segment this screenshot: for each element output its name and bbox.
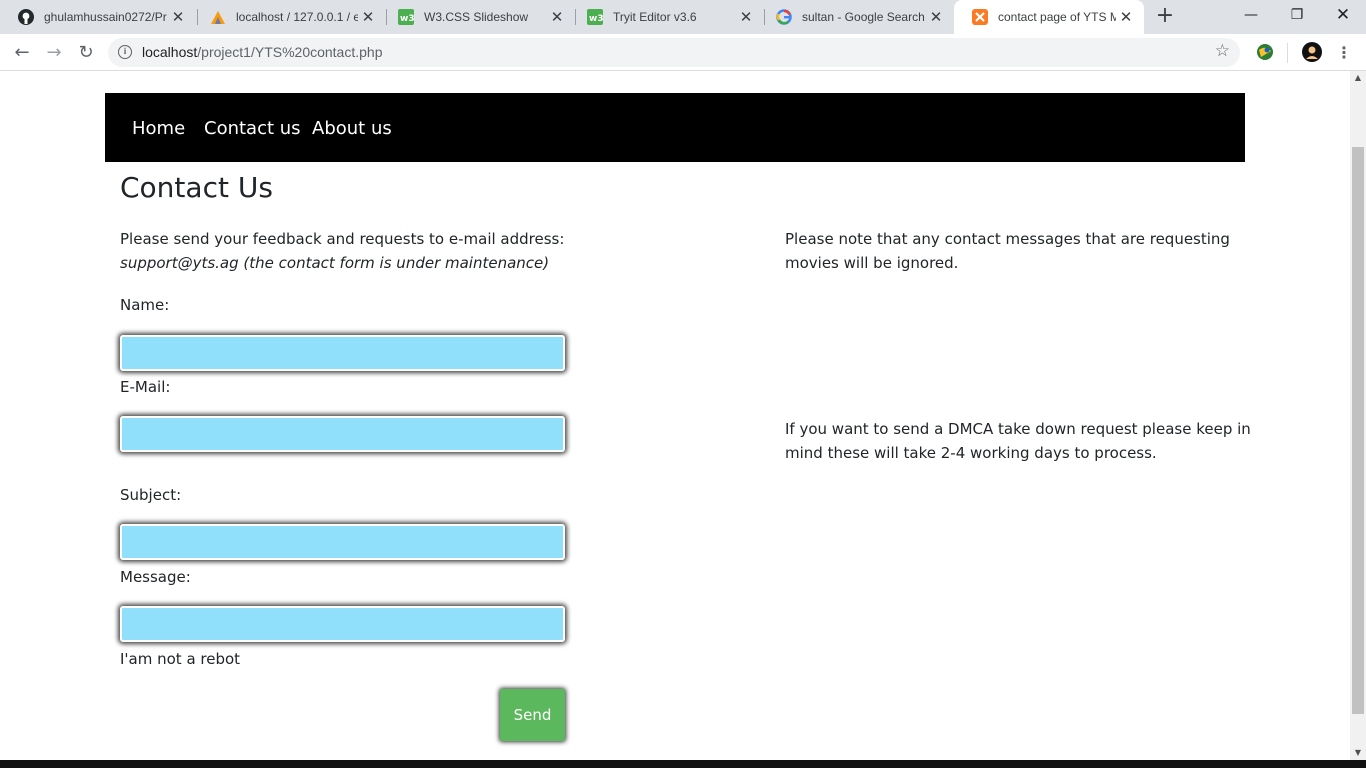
subject-label: Subject:	[120, 486, 182, 504]
phpmyadmin-icon	[210, 9, 226, 25]
address-bar[interactable]: i localhost/project1/YTS%20contact.php ☆	[108, 38, 1240, 67]
new-tab-button[interactable]: +	[1152, 4, 1178, 30]
name-label: Name:	[120, 296, 170, 314]
google-icon	[776, 9, 792, 25]
nav-link-about[interactable]: About us	[312, 118, 392, 139]
url-path: /project1/YTS%20contact.php	[197, 44, 383, 60]
menu-kebab-icon[interactable]: ⋮	[1330, 39, 1358, 67]
close-icon[interactable]: ✕	[736, 8, 756, 26]
close-icon[interactable]: ✕	[926, 8, 946, 26]
tab-title: Tryit Editor v3.6	[613, 10, 697, 24]
page-scrollbar[interactable]: ▲ ▼	[1350, 71, 1366, 760]
browser-tab-active[interactable]: contact page of YTS MC ✕	[954, 0, 1144, 34]
nav-link-contact[interactable]: Contact us	[204, 118, 301, 139]
subject-input[interactable]	[120, 524, 565, 560]
nav-link-home[interactable]: Home	[132, 118, 185, 139]
message-label: Message:	[120, 568, 191, 586]
intro-line: Please send your feedback and requests t…	[120, 230, 565, 248]
message-input[interactable]	[120, 606, 565, 642]
url-text: localhost/project1/YTS%20contact.php	[142, 44, 383, 60]
web-page: Home Contact us About us Contact Us Plea…	[0, 71, 1350, 760]
toolbar-divider	[1287, 43, 1288, 63]
w3schools-icon: w3	[398, 9, 414, 25]
browser-toolbar: ← → ↻ i localhost/project1/YTS%20contact…	[0, 34, 1366, 71]
site-navbar: Home Contact us About us	[105, 93, 1245, 162]
browser-tabstrip: ghulamhussain0272/Pr ✕ localhost / 127.0…	[0, 0, 1366, 34]
extension-icon[interactable]	[1255, 42, 1275, 62]
dmca-note: If you want to send a DMCA take down req…	[785, 417, 1251, 465]
close-icon[interactable]: ✕	[1116, 8, 1136, 26]
robot-check-text: I'am not a rebot	[120, 650, 241, 668]
note-line: mind these will take 2-4 working days to…	[785, 444, 1157, 462]
scroll-down-icon[interactable]: ▼	[1350, 746, 1366, 760]
email-input[interactable]	[120, 416, 565, 452]
w3schools-icon: w3	[587, 9, 603, 25]
scroll-up-icon[interactable]: ▲	[1350, 71, 1366, 85]
reload-icon[interactable]: ↻	[72, 39, 100, 67]
browser-tab[interactable]: w3 Tryit Editor v3.6 ✕	[569, 0, 764, 34]
browser-tab[interactable]: ghulamhussain0272/Pr ✕	[0, 0, 196, 34]
restore-icon[interactable]: ❐	[1274, 0, 1320, 30]
bookmark-star-icon[interactable]: ☆	[1215, 41, 1230, 61]
intro-text: Please send your feedback and requests t…	[120, 227, 564, 275]
info-icon[interactable]: i	[118, 45, 132, 59]
page-footer-edge	[0, 760, 1366, 768]
tab-title: ghulamhussain0272/Pr	[44, 10, 167, 24]
forward-icon[interactable]: →	[40, 39, 68, 67]
xampp-icon	[972, 9, 988, 25]
close-icon[interactable]: ✕	[168, 8, 188, 26]
page-title: Contact Us	[120, 171, 273, 204]
browser-tab[interactable]: sultan - Google Search ✕	[758, 0, 954, 34]
note-line: If you want to send a DMCA take down req…	[785, 420, 1251, 438]
tab-title: contact page of YTS MC	[998, 10, 1116, 24]
note-line: movies will be ignored.	[785, 254, 959, 272]
name-input[interactable]	[120, 335, 565, 371]
github-icon	[18, 9, 34, 25]
tab-title: sultan - Google Search	[802, 10, 925, 24]
tab-title: W3.CSS Slideshow	[424, 10, 529, 24]
scrollbar-thumb[interactable]	[1352, 147, 1364, 714]
email-label: E-Mail:	[120, 378, 171, 396]
close-icon[interactable]: ✕	[547, 8, 567, 26]
send-button[interactable]: Send	[500, 689, 565, 741]
browser-tab[interactable]: localhost / 127.0.0.1 / e ✕	[192, 0, 386, 34]
browser-tab[interactable]: w3 W3.CSS Slideshow ✕	[380, 0, 575, 34]
close-window-icon[interactable]: ✕	[1320, 0, 1366, 30]
url-host: localhost	[142, 44, 198, 60]
note-line: Please note that any contact messages th…	[785, 230, 1230, 248]
support-email-note: support@yts.ag (the contact form is unde…	[120, 254, 550, 272]
minimize-icon[interactable]: —	[1228, 0, 1274, 30]
svg-text:w3: w3	[589, 14, 603, 24]
close-icon[interactable]: ✕	[358, 8, 378, 26]
tab-title: localhost / 127.0.0.1 / e	[236, 10, 358, 24]
movie-request-note: Please note that any contact messages th…	[785, 227, 1230, 275]
avatar[interactable]	[1302, 42, 1322, 62]
back-icon[interactable]: ←	[8, 39, 36, 67]
svg-text:w3: w3	[400, 14, 414, 24]
